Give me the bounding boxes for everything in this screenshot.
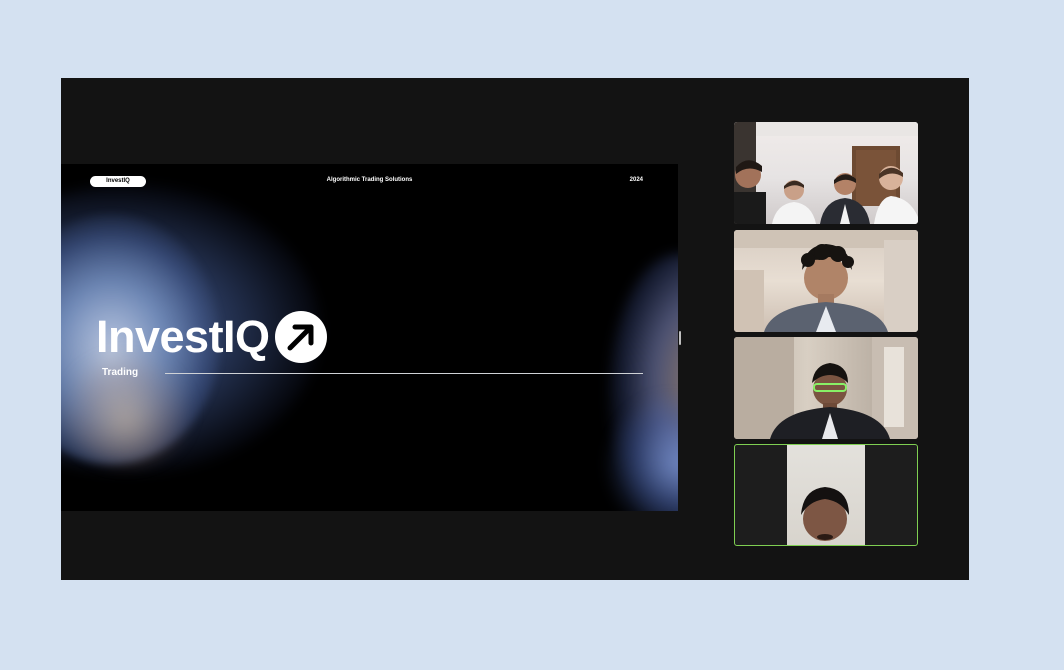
participant-video-3[interactable]: [734, 337, 918, 439]
slide-divider: [165, 373, 643, 374]
slide-glow-right-low: [606, 394, 678, 511]
slide-logo-text: InvestIQ: [96, 310, 270, 362]
participant-video-image: [734, 337, 918, 439]
slide-subtitle: Trading: [102, 367, 139, 378]
participant-video-2[interactable]: [734, 230, 918, 332]
slide-year: 2024: [629, 177, 643, 183]
participant-video-1[interactable]: [734, 122, 918, 224]
participant-video-image: [801, 487, 849, 541]
panel-resize-handle[interactable]: [679, 331, 681, 345]
participant-video-image: [734, 122, 918, 224]
participant-video-frame: [787, 445, 865, 545]
arrow-up-right-icon: [274, 311, 327, 363]
participant-video-image: [734, 230, 918, 332]
meeting-window: InvestIQ Algorithmic Trading Solutions 2…: [61, 78, 969, 580]
participant-video-4[interactable]: [734, 444, 918, 546]
slide-header-title: Algorithmic Trading Solutions: [326, 177, 413, 183]
slide-glow-right: [609, 254, 678, 511]
shared-screen-slide: InvestIQ Algorithmic Trading Solutions 2…: [61, 164, 678, 511]
slide-logo: InvestIQ: [96, 309, 327, 363]
